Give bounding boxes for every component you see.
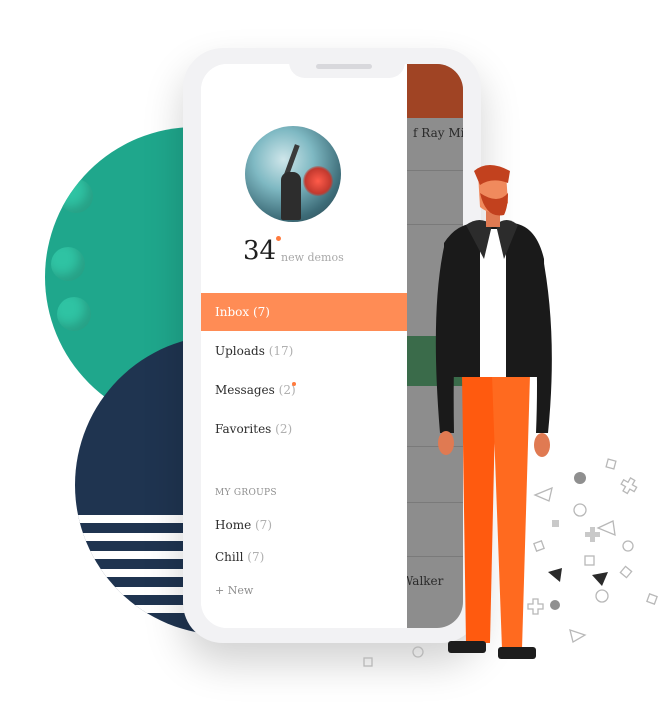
group-label: Chill: [215, 550, 244, 564]
menu-item-label: Favorites: [215, 422, 272, 436]
menu-item-count: (7): [252, 305, 270, 319]
menu-item-label: Uploads: [215, 344, 265, 358]
menu-item-inbox[interactable]: Inbox (7): [201, 293, 407, 331]
my-groups-heading: MY GROUPS: [215, 488, 277, 498]
group-item-home[interactable]: Home (7): [215, 518, 272, 532]
bump-decoration: [51, 247, 85, 281]
menu-item-count: (2): [275, 422, 293, 436]
man-illustration: [435, 165, 552, 659]
group-count: (7): [255, 518, 272, 532]
menu-item-label: Messages: [215, 383, 275, 397]
avatar-spray: [303, 166, 333, 196]
avatar-person: [281, 172, 301, 220]
bump-decoration: [57, 297, 91, 331]
content-header: [407, 64, 463, 118]
group-item-chill[interactable]: Chill (7): [215, 550, 264, 564]
group-count: (7): [247, 550, 265, 564]
messages-notification-dot: [292, 382, 296, 386]
menu-item-count: (17): [268, 344, 294, 358]
menu-item-uploads[interactable]: Uploads (17): [201, 332, 407, 370]
phone-speaker: [316, 64, 372, 69]
new-group-button[interactable]: + New: [215, 584, 253, 597]
bump-decoration: [59, 179, 93, 213]
notification-dot: [276, 236, 281, 241]
menu-item-messages[interactable]: Messages (2): [201, 371, 407, 409]
avatar[interactable]: [245, 126, 341, 222]
content-title-top: f Ray Mi: [413, 126, 463, 140]
group-label: Home: [215, 518, 252, 532]
menu-item-label: Inbox: [215, 305, 250, 319]
new-demos-label: new demos: [281, 251, 344, 264]
new-demos-count: 34: [243, 236, 277, 266]
